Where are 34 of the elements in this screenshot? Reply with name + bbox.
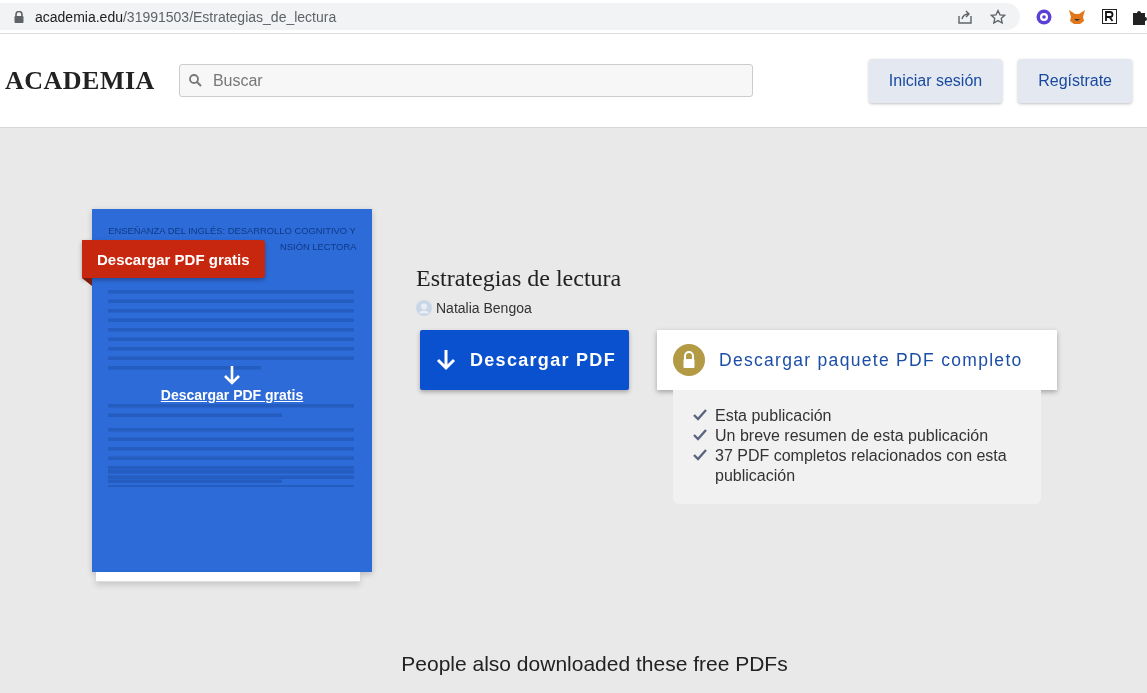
feature-text: 37 PDF completos relacionados con esta publicación [715,446,1008,486]
paper-title: Estrategias de lectura [416,265,623,292]
feature-text: Un breve resumen de esta publicación [715,426,989,446]
fox-icon[interactable] [1068,8,1086,25]
feature-text: Esta publicación [715,406,832,426]
check-icon [693,449,707,461]
download-button[interactable]: Descargar PDF [420,330,629,390]
document-title: ENSEÑANZA DEL INGLÉS: DESARROLLO COGNITIVO Y [108,225,356,236]
extension-icon[interactable] [1102,9,1117,24]
download-badge[interactable]: Descargar PDF gratis [82,240,265,278]
lock-icon [673,344,705,376]
puzzle-icon[interactable] [1133,8,1147,25]
star-icon[interactable] [990,8,1006,25]
search-icon [188,74,202,87]
lock-icon [14,10,24,23]
logo[interactable]: ACADEMIA [5,65,155,96]
search-field[interactable]: Buscar [178,64,753,97]
bundle-download-button[interactable]: Descargar paquete PDF completo [657,330,1057,390]
signup-button[interactable]: Regístrate [1018,58,1132,103]
avatar-icon [416,300,432,316]
extension-icon[interactable] [1036,8,1052,25]
check-icon [693,409,707,421]
download-arrow-icon [436,349,456,371]
url-text: academia.edu/31991503/Estrategias_de_lectura [35,8,337,25]
download-link[interactable]: Descargar PDF gratis [160,387,304,403]
login-button[interactable]: Iniciar sesión [868,58,1003,103]
download-arrow-icon [223,365,241,385]
document-title: NSIÓN LECTORA [280,241,356,252]
ribbon-fold [82,278,92,286]
section-heading: People also downloaded these free PDFs [400,651,789,676]
check-icon [693,429,707,441]
share-icon[interactable] [957,8,973,25]
address-bar[interactable]: academia.edu/31991503/Estrategias_de_lectura [0,3,1020,30]
author-name[interactable]: Natalia Bengoa [436,300,532,316]
